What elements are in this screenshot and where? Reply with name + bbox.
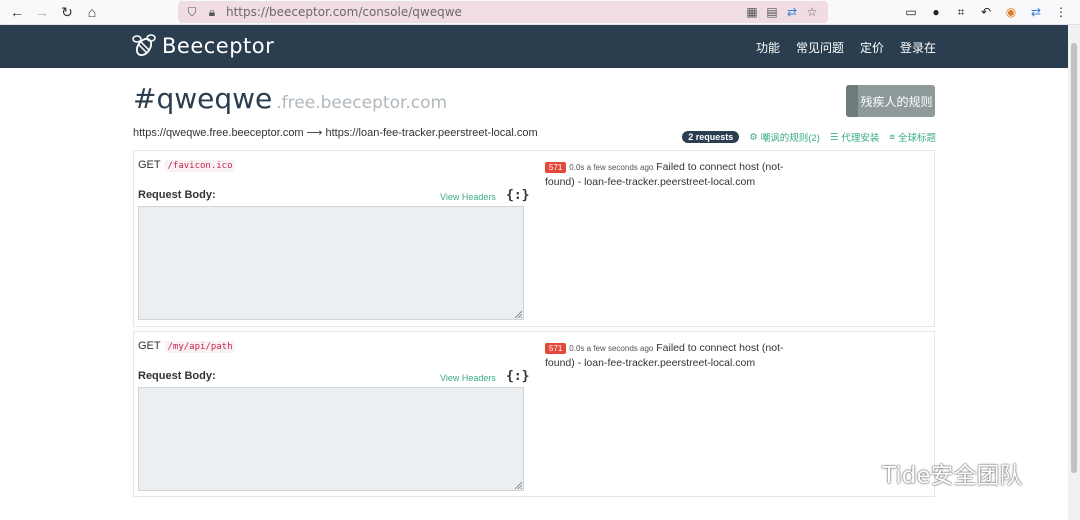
request-body-textarea[interactable] [138, 387, 524, 491]
proxy-setup-label: 代理安装 [841, 133, 880, 144]
mock-rules-button-label: 残疾人的规则 [860, 94, 933, 109]
wechat-icon [841, 460, 875, 485]
requests-badge: 2 requests [682, 131, 740, 143]
translate-icon[interactable]: ⇄ [1027, 3, 1045, 21]
crop-icon[interactable]: ⌗ [952, 3, 970, 21]
status-code-badge: 571 [545, 343, 567, 354]
mock-rules-label: 嘲讽的规则(2) [760, 133, 820, 144]
bee-logo-icon [132, 34, 156, 57]
resize-grip-icon[interactable] [514, 481, 522, 489]
list-icon: ≡ [889, 131, 895, 143]
request-method: GET [138, 340, 161, 352]
brand-logo[interactable]: Beeceptor [130, 32, 274, 60]
brand-name: Beeceptor [162, 34, 275, 58]
menu-icon[interactable]: ⋮ [1052, 3, 1070, 21]
lock-icon: 🔒︎ [208, 4, 216, 19]
info-icon[interactable]: ● [927, 3, 945, 21]
request-path: /my/api/path [165, 341, 235, 353]
nav-pricing[interactable]: 定价 [860, 39, 884, 56]
proxy-source[interactable]: https://qweqwe.free.beeceptor.com [133, 127, 304, 139]
response-status: 571 0.0s a few seconds ago Failed to con… [545, 160, 785, 190]
request-body-label: Request Body: [138, 189, 216, 201]
home-icon[interactable]: ⌂ [83, 3, 101, 21]
mock-rules-button[interactable]: 残疾人的规则 [846, 85, 935, 117]
view-headers-link[interactable]: View Headers [440, 192, 496, 202]
json-braces-icon[interactable]: {:} [506, 188, 529, 203]
endpoint-name: #qweqwe [133, 82, 273, 115]
url-text[interactable]: https://beeceptor.com/console/qweqwe [226, 5, 462, 19]
watermark-text: Tide安全团队 [882, 463, 1023, 489]
request-body-textarea[interactable] [138, 206, 524, 320]
view-headers-link[interactable]: View Headers [440, 373, 496, 383]
proxy-target[interactable]: https://loan-fee-tracker.peerstreet-loca… [326, 127, 538, 139]
request-panel: GET /my/api/path Request Body: View Head… [133, 331, 935, 497]
global-headers-label: 全球标题 [897, 133, 936, 144]
qr-code-icon[interactable]: ▦ [744, 4, 760, 20]
proxy-mapping: https://qweqwe.free.beeceptor.com ⟶ http… [133, 126, 538, 139]
sliders-icon: ☰ [829, 131, 839, 143]
browser-toolbar: ← → ↻ ⌂ ⛉ 🔒︎ https://beeceptor.com/conso… [0, 0, 1080, 25]
global-headers-link[interactable]: ≡ 全球标题 [889, 130, 936, 145]
nav-faq[interactable]: 常见问题 [796, 39, 844, 56]
arrow-right-icon: ⟶ [306, 127, 326, 139]
proxy-setup-link[interactable]: ☰ 代理安装 [829, 130, 880, 145]
star-icon[interactable]: ☆ [804, 4, 820, 20]
nav-login[interactable]: 登录在 [900, 39, 936, 56]
undo-icon[interactable]: ↶ [977, 3, 995, 21]
response-time: 0.0s a few seconds ago [569, 344, 654, 353]
endpoint-toolbar: 2 requests ⚙ 嘲讽的规则(2) ☰ 代理安装 ≡ 全球标题 [682, 130, 936, 144]
gears-icon: ⚙ [749, 131, 758, 143]
shield-icon[interactable]: ⛉ [184, 4, 200, 20]
reader-icon[interactable]: ▤ [764, 4, 780, 20]
request-line: GET /my/api/path [138, 340, 235, 353]
endpoint-domain: .free.beeceptor.com [276, 93, 448, 113]
page-title: #qweqwe .free.beeceptor.com [133, 82, 447, 115]
site-navbar: Beeceptor 功能 常见问题 定价 登录在 [0, 25, 1080, 68]
translate-icon[interactable]: ⇄ [784, 4, 800, 20]
sidebar-icon[interactable]: ▭ [902, 3, 920, 21]
resize-grip-icon[interactable] [514, 310, 522, 318]
status-code-badge: 571 [545, 162, 567, 173]
request-line: GET /favicon.ico [138, 159, 235, 172]
nav-features[interactable]: 功能 [756, 39, 780, 56]
extension-icon[interactable]: ◉ [1002, 3, 1020, 21]
reload-icon[interactable]: ↻ [58, 3, 76, 21]
url-bar[interactable]: ⛉ 🔒︎ https://beeceptor.com/console/qweqw… [178, 1, 828, 23]
response-time: 0.0s a few seconds ago [569, 163, 654, 172]
arrow-left-icon[interactable]: ← [8, 3, 26, 21]
response-status: 571 0.0s a few seconds ago Failed to con… [545, 341, 785, 371]
watermark: Tide安全团队 [840, 456, 1022, 490]
mock-rules-link[interactable]: ⚙ 嘲讽的规则(2) [749, 130, 820, 145]
request-method: GET [138, 159, 161, 171]
request-panel: GET /favicon.ico Request Body: View Head… [133, 150, 935, 327]
json-braces-icon[interactable]: {:} [506, 369, 529, 384]
arrow-right-icon[interactable]: → [33, 3, 51, 21]
request-body-label: Request Body: [138, 370, 216, 382]
page-scrollbar[interactable] [1068, 25, 1080, 520]
scrollbar-thumb[interactable] [1071, 43, 1077, 473]
request-path: /favicon.ico [165, 160, 235, 172]
